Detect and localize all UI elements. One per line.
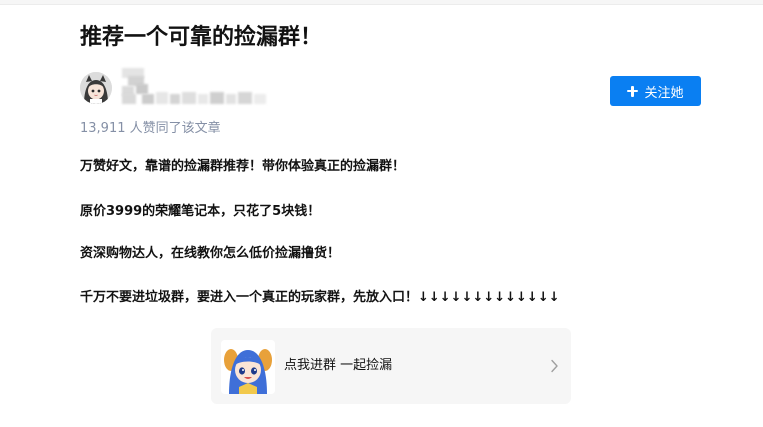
card-thumbnail [221, 340, 275, 394]
chevron-right-icon [551, 359, 558, 373]
article-page: 推荐一个可靠的捡漏群！ 关注她 13,911 人赞同了该文章 万赞好文，靠谱的捡… [0, 0, 763, 427]
anime-character-thumbnail-icon [221, 340, 275, 394]
article-title: 推荐一个可靠的捡漏群！ [80, 25, 323, 50]
top-divider [0, 0, 763, 5]
upvote-count-text: 13,911 人赞同了该文章 [80, 121, 221, 136]
follow-button-label: 关注她 [644, 85, 684, 101]
article-paragraph: 原价3999的荣耀笔记本，只花了5块钱！ [80, 204, 321, 219]
follow-button[interactable]: 关注她 [610, 76, 701, 106]
join-group-link-card[interactable]: 点我进群 一起捡漏 [211, 328, 571, 404]
article-paragraph: 资深购物达人，在线教你怎么低价捡漏撸货！ [80, 246, 341, 261]
author-avatar[interactable] [80, 72, 112, 104]
anime-girl-avatar-icon [80, 72, 112, 104]
article-paragraph: 万赞好文，靠谱的捡漏群推荐！带你体验真正的捡漏群！ [80, 159, 406, 174]
author-name-obscured [122, 68, 272, 108]
plus-icon [627, 85, 639, 97]
card-label: 点我进群 一起捡漏 [284, 358, 393, 373]
article-paragraph: 千万不要进垃圾群，要进入一个真正的玩家群，先放入口！↓↓↓↓↓↓↓↓↓↓↓↓↓ [80, 290, 560, 305]
